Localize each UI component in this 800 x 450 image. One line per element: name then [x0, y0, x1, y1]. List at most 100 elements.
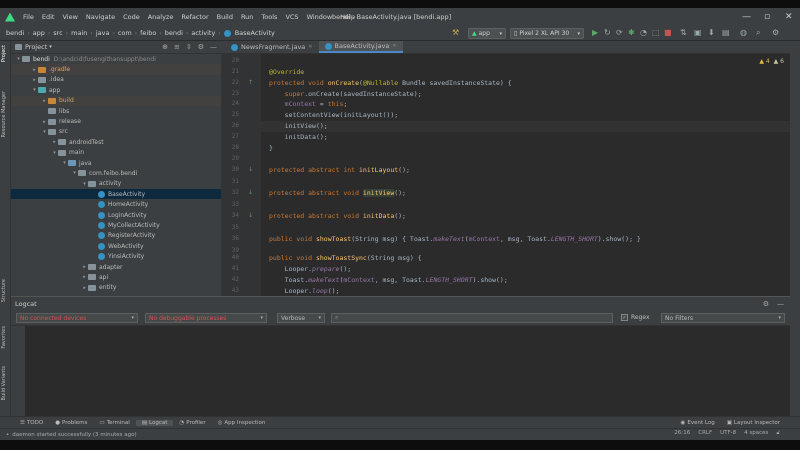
- tree-item[interactable]: ▾ com.feibo.bendi: [11, 168, 221, 178]
- tree-item[interactable]: MyCollectActivity: [11, 220, 221, 230]
- line-separator[interactable]: CRLF: [698, 430, 712, 437]
- expand-all-icon[interactable]: ⇳: [186, 43, 192, 51]
- device-explorer-icon[interactable]: ▤: [722, 28, 730, 37]
- tree-item[interactable]: ▾ app: [11, 85, 221, 95]
- account-icon[interactable]: ◍: [740, 28, 747, 37]
- tree-item[interactable]: ▸ entity: [11, 283, 221, 293]
- tab-baseactivity[interactable]: BaseActivity.java ✕: [318, 41, 403, 53]
- expand-arrow-icon[interactable]: ▸: [81, 285, 88, 291]
- menu-view[interactable]: View: [58, 13, 81, 21]
- code-line[interactable]: Looper.prepare();: [269, 265, 352, 273]
- code-line[interactable]: initView();: [269, 122, 328, 130]
- menu-refactor[interactable]: Refactor: [177, 13, 212, 21]
- tree-item[interactable]: ▾ java: [11, 158, 221, 168]
- override-marker-icon[interactable]: ↓: [248, 189, 253, 196]
- code-line[interactable]: super.onCreate(savedInstanceState);: [269, 90, 422, 98]
- settings-icon[interactable]: ⚙: [772, 28, 779, 37]
- apply-code-changes-icon[interactable]: ⟳: [616, 28, 623, 37]
- code-line[interactable]: public void showToast(String msg) { Toas…: [269, 235, 641, 243]
- log-level-dropdown[interactable]: Verbose ▾: [277, 313, 325, 323]
- expand-arrow-icon[interactable]: ▾: [41, 129, 48, 135]
- stop-icon[interactable]: ■: [664, 28, 672, 37]
- code-line[interactable]: protected void onCreate(@Nullable Bundle…: [269, 79, 512, 87]
- weak-warnings-count[interactable]: ▲ 6: [774, 58, 784, 65]
- expand-arrow-icon[interactable]: ▸: [41, 119, 48, 125]
- menu-analyze[interactable]: Analyze: [144, 13, 178, 21]
- breadcrumb-src[interactable]: src: [51, 29, 65, 37]
- attach-debugger-icon[interactable]: ⬚: [652, 28, 660, 37]
- menu-run[interactable]: Run: [237, 13, 257, 21]
- filter-dropdown[interactable]: No Filters ▾: [661, 313, 785, 323]
- breadcrumb-bendi-pkg[interactable]: bendi: [163, 29, 185, 37]
- code-line[interactable]: protected abstract int initLayout();: [269, 166, 410, 174]
- tab-app-inspection[interactable]: ◎ App Inspection: [212, 420, 272, 426]
- regex-checkbox[interactable]: ✓: [621, 314, 628, 321]
- tree-item[interactable]: ▾ src: [11, 127, 221, 137]
- expand-arrow-icon[interactable]: ▾: [31, 87, 38, 93]
- tree-item[interactable]: libs: [11, 106, 221, 116]
- expand-arrow-icon[interactable]: ▸: [31, 67, 38, 73]
- caret-position[interactable]: 26:16: [674, 430, 690, 437]
- breadcrumb-bendi[interactable]: bendi: [4, 29, 26, 37]
- tree-item[interactable]: ▸ api: [11, 272, 221, 282]
- gear-icon[interactable]: ⚙: [198, 43, 204, 51]
- locate-file-icon[interactable]: ⊕: [162, 43, 168, 51]
- close-tab-icon[interactable]: ✕: [308, 44, 312, 50]
- expand-arrow-icon[interactable]: ▸: [31, 77, 38, 83]
- expand-arrow-icon[interactable]: ▾: [15, 56, 22, 62]
- device-dropdown[interactable]: No connected devices ▾: [16, 313, 138, 323]
- tab-profiler[interactable]: ◔ Profiler: [173, 420, 211, 426]
- tree-item[interactable]: HomeActivity: [11, 199, 221, 209]
- close-window-icon[interactable]: ✕: [785, 12, 793, 22]
- expand-arrow-icon[interactable]: ▸: [81, 264, 88, 270]
- menu-file[interactable]: File: [19, 13, 38, 21]
- tab-todo[interactable]: ☰ TODO: [14, 420, 49, 426]
- run-config-select[interactable]: ▲ app ▾: [468, 28, 506, 39]
- tree-item[interactable]: ▸ .gradle: [11, 64, 221, 75]
- project-panel-title[interactable]: Project: [25, 43, 47, 51]
- gear-icon[interactable]: ⚙: [763, 300, 769, 308]
- menu-build[interactable]: Build: [213, 13, 237, 21]
- code-line[interactable]: }: [269, 144, 273, 152]
- tree-item[interactable]: BaseActivity: [11, 189, 221, 200]
- tab-event-log[interactable]: ◉ Event Log: [675, 420, 721, 426]
- tab-resource-manager[interactable]: Resource Manager: [1, 91, 7, 137]
- menu-code[interactable]: Code: [119, 13, 144, 21]
- regex-toggle[interactable]: ✓ Regex: [621, 314, 650, 321]
- breadcrumb-com[interactable]: com: [116, 29, 134, 37]
- breadcrumb-main[interactable]: main: [69, 29, 89, 37]
- tree-item[interactable]: ▾ main: [11, 148, 221, 158]
- code-line[interactable]: public void showToastSync(String msg) {: [269, 254, 422, 262]
- expand-arrow-icon[interactable]: ▸: [81, 274, 88, 280]
- menu-vcs[interactable]: VCS: [281, 13, 302, 21]
- override-marker-icon[interactable]: ↓: [248, 212, 253, 219]
- expand-arrow-icon[interactable]: ▾: [81, 181, 88, 187]
- tree-item[interactable]: ▸ .idea: [11, 75, 221, 85]
- search-everywhere-icon[interactable]: ⌕: [756, 28, 760, 38]
- expand-arrow-icon[interactable]: ▾: [51, 150, 58, 156]
- breadcrumb-baseactivity[interactable]: BaseActivity: [233, 29, 277, 37]
- editor-gutter[interactable]: 20 21 22 ↑ 23 24 25 26 27 28 29 30 ↓ 31 32 ↓ 33 34 ↓ 35 36 39…: [221, 54, 261, 296]
- hammer-icon[interactable]: ⚒: [452, 28, 459, 37]
- tab-layout-inspector[interactable]: ▣ Layout Inspector: [721, 420, 786, 426]
- close-tab-icon[interactable]: ✕: [392, 43, 396, 49]
- tab-structure[interactable]: Structure: [1, 279, 7, 302]
- minimize-icon[interactable]: —: [742, 12, 751, 22]
- lock-icon[interactable]: 🔓︎: [776, 430, 780, 437]
- tab-favorites[interactable]: Favorites: [1, 326, 7, 349]
- menu-tools[interactable]: Tools: [257, 13, 281, 21]
- file-encoding[interactable]: UTF-8: [720, 430, 736, 437]
- menu-navigate[interactable]: Navigate: [82, 13, 119, 21]
- code-line[interactable]: initData();: [269, 133, 328, 141]
- expand-arrow-icon[interactable]: ▸: [51, 139, 58, 145]
- tab-terminal[interactable]: ▭ Terminal: [93, 420, 135, 426]
- code-editor[interactable]: 20 21 22 ↑ 23 24 25 26 27 28 29 30 ↓ 31 32 ↓ 33 34 ↓ 35 36 39…: [221, 54, 790, 296]
- tree-item[interactable]: ▸ release: [11, 116, 221, 126]
- code-line[interactable]: Looper.loop();: [269, 287, 340, 295]
- breadcrumb-app[interactable]: app: [31, 29, 47, 37]
- indent-setting[interactable]: 4 spaces: [744, 430, 768, 437]
- tree-item[interactable]: ▸ androidTest: [11, 137, 221, 147]
- code-line[interactable]: protected abstract void initView();: [269, 189, 406, 197]
- expand-arrow-icon[interactable]: ▾: [61, 160, 68, 166]
- debug-icon[interactable]: ✱: [628, 28, 635, 37]
